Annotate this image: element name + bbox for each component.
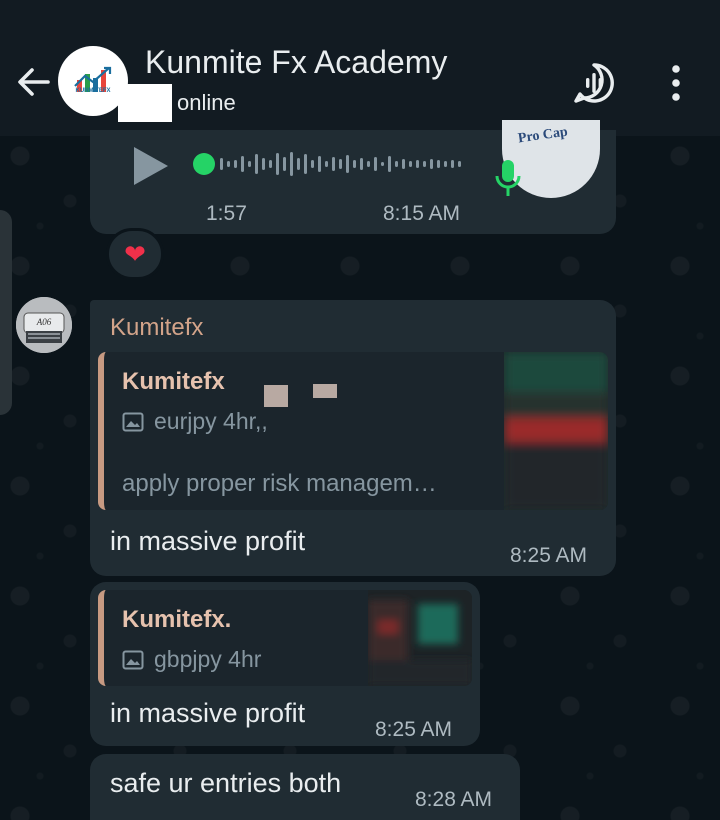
- previous-media-edge: [0, 210, 12, 415]
- image-icon: [122, 650, 144, 669]
- quoted-caption-row: gbpjpy 4hr: [122, 646, 261, 673]
- message-text: safe ur entries both: [110, 768, 342, 798]
- thumbnail-label: Pro Cap: [517, 124, 569, 147]
- quoted-message[interactable]: Kumitefx. gbpjpy 4hr: [98, 590, 472, 686]
- message-timestamp: 8:15 AM: [383, 202, 461, 225]
- sender-avatar[interactable]: A06: [16, 297, 72, 353]
- chart-thumbnail: [368, 590, 472, 686]
- quoted-caption-extra: apply proper risk managem…: [122, 470, 437, 497]
- message-timestamp: 8:28 AM: [415, 788, 493, 811]
- voice-message-bubble[interactable]: Pro Cap 1:57 8:15 AM: [90, 120, 616, 234]
- microphone-icon: [495, 160, 521, 196]
- message-bubble[interactable]: Kumitefx. gbpjpy 4hr in massive profit 8…: [90, 582, 480, 746]
- svg-text:A06: A06: [36, 317, 52, 327]
- voice-duration: 1:57: [206, 202, 247, 225]
- quoted-caption: eurjpy 4hr,,: [154, 408, 268, 434]
- message-bubble[interactable]: Kumitefx Kumitefx eurjpy 4hr,, apply pro…: [90, 300, 616, 576]
- car-avatar-image: A06: [16, 297, 72, 353]
- avatar-brand-text: KUNMITEFX: [75, 88, 111, 94]
- contact-status: online: [177, 90, 236, 115]
- chart-thumbnail: [504, 352, 608, 510]
- image-icon: [122, 412, 144, 431]
- audio-waveform[interactable]: [192, 148, 472, 180]
- sender-name[interactable]: Kumitefx: [110, 314, 203, 342]
- quoted-sender-name: Kumitefx.: [122, 606, 232, 633]
- redaction-patch: [118, 84, 172, 122]
- message-text: in massive profit: [110, 698, 306, 728]
- quoted-caption: gbpjpy 4hr: [154, 646, 262, 672]
- heart-icon: ❤: [124, 238, 146, 269]
- play-icon[interactable]: [130, 144, 172, 188]
- message-timestamp: 8:25 AM: [510, 544, 588, 567]
- chat-header: KUNMITEFX Kunmite Fx Academy online: [0, 0, 720, 136]
- redaction-patch: [313, 384, 337, 398]
- quoted-caption-row: eurjpy 4hr,,: [122, 408, 268, 435]
- message-timestamp: 8:25 AM: [375, 718, 453, 741]
- quoted-sender-name: Kumitefx: [122, 368, 225, 395]
- quoted-message[interactable]: Kumitefx eurjpy 4hr,, apply proper risk …: [98, 352, 608, 510]
- back-arrow-icon[interactable]: [14, 62, 54, 102]
- heart-reaction[interactable]: ❤: [106, 228, 164, 280]
- redaction-patch: [264, 385, 288, 407]
- message-text: in massive profit: [110, 526, 306, 556]
- more-options-icon[interactable]: [662, 63, 690, 103]
- message-bubble[interactable]: safe ur entries both 8:28 AM: [90, 754, 520, 820]
- voice-chat-icon[interactable]: [572, 61, 616, 105]
- contact-name[interactable]: Kunmite Fx Academy: [145, 44, 447, 81]
